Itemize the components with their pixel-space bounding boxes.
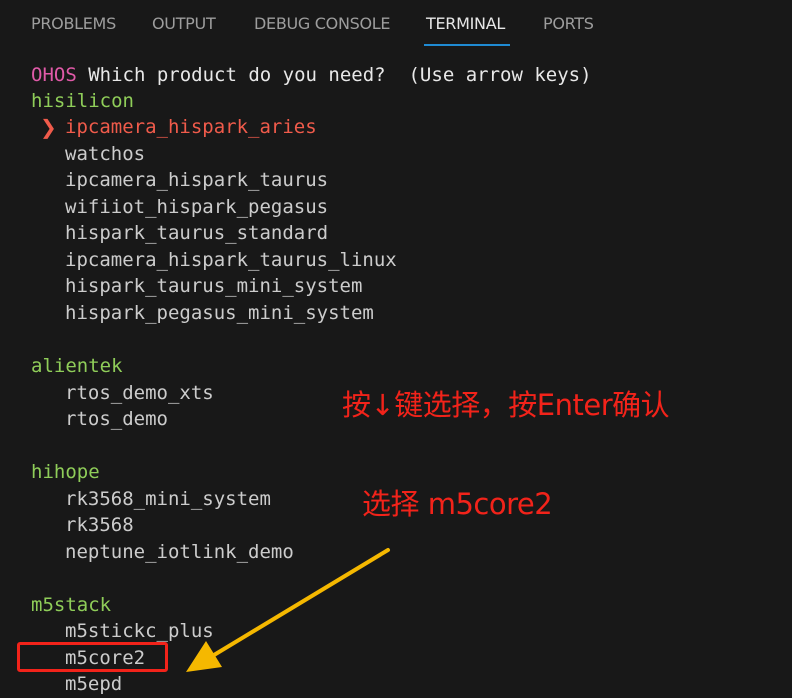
list-item[interactable]: rtos_demo_xts	[65, 380, 214, 406]
prompt-line: OHOS Which product do you need? (Use arr…	[31, 62, 592, 88]
prompt-prefix: OHOS	[31, 64, 77, 86]
list-item[interactable]: hispark_taurus_standard	[65, 220, 328, 246]
tab-problems[interactable]: PROBLEMS	[31, 14, 116, 33]
active-tab-indicator	[424, 44, 510, 46]
list-item[interactable]: m5epd	[65, 671, 122, 697]
panel-tab-bar: PROBLEMS OUTPUT DEBUG CONSOLE TERMINAL P…	[0, 0, 792, 50]
choose-target-annotation: 选择 m5core2	[362, 487, 553, 521]
list-item[interactable]: neptune_iotlink_demo	[65, 539, 294, 565]
instruction-annotation: 按↓键选择，按Enter确认	[342, 388, 670, 422]
tab-output[interactable]: OUTPUT	[152, 14, 216, 33]
tab-terminal[interactable]: TERMINAL	[426, 14, 505, 33]
tab-debug-console[interactable]: DEBUG CONSOLE	[254, 14, 391, 33]
list-item[interactable]: watchos	[65, 141, 145, 167]
terminal-output[interactable]: OHOS Which product do you need? (Use arr…	[0, 50, 792, 698]
group-heading-alientek: alientek	[31, 355, 123, 377]
group-heading-hihope: hihope	[31, 461, 100, 483]
list-item[interactable]: ipcamera_hispark_taurus_linux	[65, 247, 397, 273]
list-item[interactable]: hispark_pegasus_mini_system	[65, 300, 374, 326]
m5core2-highlight-box	[17, 642, 168, 672]
list-item[interactable]: ipcamera_hispark_taurus	[65, 167, 328, 193]
list-item[interactable]: wifiiot_hispark_pegasus	[65, 194, 328, 220]
list-item[interactable]: hispark_taurus_mini_system	[65, 273, 362, 299]
group-heading-hisilicon: hisilicon	[31, 90, 134, 112]
group-heading-m5stack: m5stack	[31, 594, 112, 616]
terminal-panel: PROBLEMS OUTPUT DEBUG CONSOLE TERMINAL P…	[0, 0, 792, 698]
list-item[interactable]: rk3568_mini_system	[65, 486, 271, 512]
tab-ports[interactable]: PORTS	[543, 14, 594, 33]
list-item[interactable]: rtos_demo	[65, 406, 168, 432]
list-item[interactable]: rk3568	[65, 512, 134, 538]
selection-pointer-icon: ❯	[40, 115, 57, 139]
prompt-question: Which product do you need? (Use arrow ke…	[76, 64, 592, 86]
list-item[interactable]: m5stickc_plus	[65, 618, 214, 644]
list-item-selected[interactable]: ipcamera_hispark_aries	[65, 114, 317, 140]
